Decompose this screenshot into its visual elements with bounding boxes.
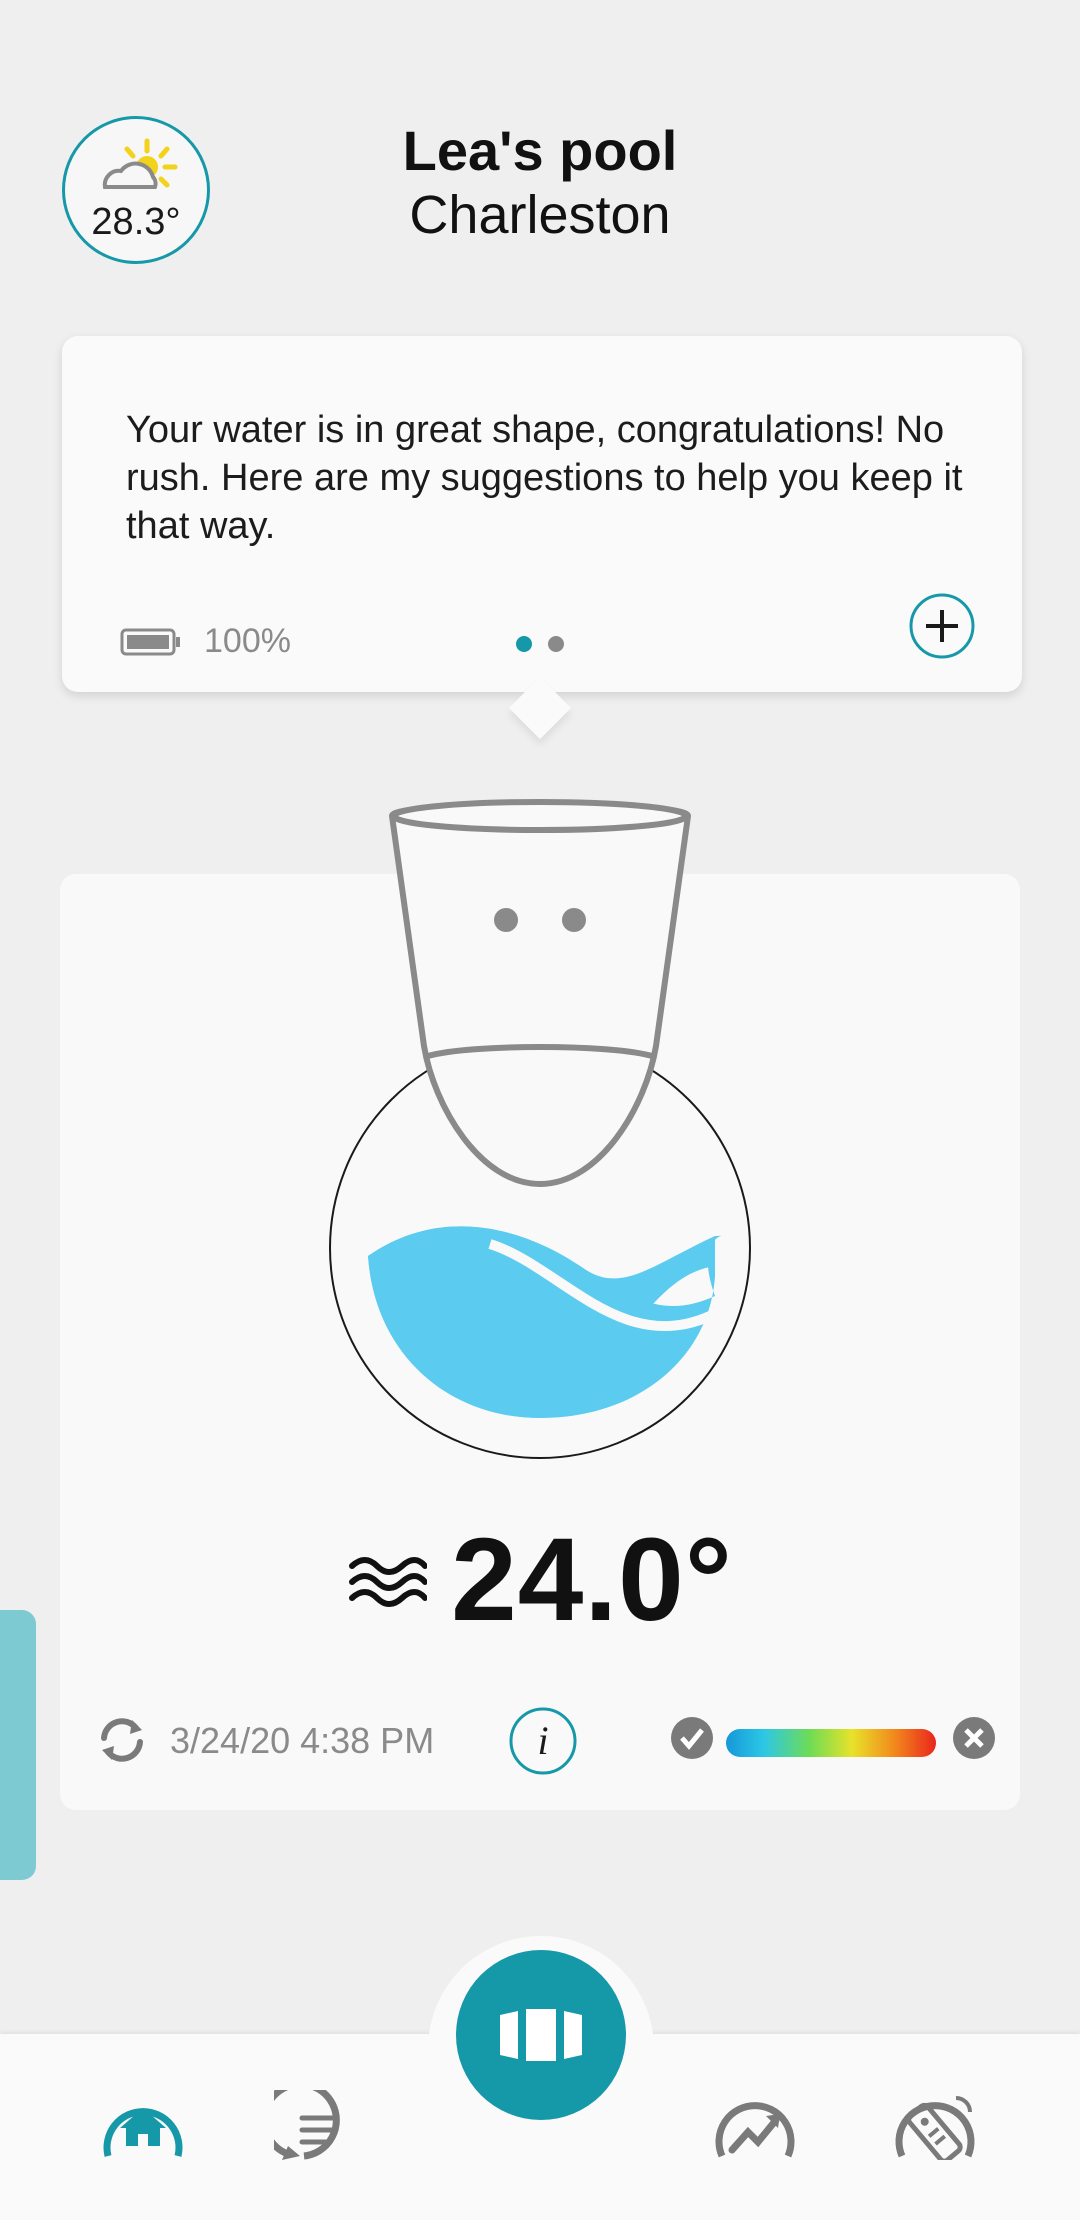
plus-icon[interactable]	[908, 592, 976, 660]
stats-icon[interactable]	[710, 2090, 800, 2160]
battery-icon	[120, 628, 180, 655]
device-panel-icon	[500, 2009, 582, 2061]
water-temperature: 24.0°	[451, 1514, 733, 1646]
water-temp-reading: 24.0°	[0, 1514, 1080, 1646]
info-icon[interactable]: i	[508, 1706, 578, 1776]
sync-icon[interactable]	[96, 1714, 148, 1766]
battery-percent: 100%	[204, 622, 291, 660]
waves-icon	[349, 1557, 428, 1607]
pool-location: Charleston	[409, 185, 671, 245]
last-sync-time: 3/24/20 4:38 PM	[170, 1720, 435, 1761]
check-icon	[671, 1717, 713, 1759]
messages-icon[interactable]	[274, 2090, 364, 2160]
pool-header: Lea's pool Charleston	[0, 118, 1080, 246]
pager-dots[interactable]	[516, 636, 564, 652]
advice-card[interactable]: Your water is in great shape, congratula…	[62, 336, 1022, 692]
close-icon	[953, 1717, 995, 1759]
svg-text:i: i	[537, 1718, 548, 1763]
side-drawer-tab[interactable]	[0, 1610, 36, 1880]
pager-dot-1[interactable]	[516, 636, 532, 652]
advice-message: Your water is in great shape, congratula…	[126, 409, 963, 547]
remote-icon[interactable]	[890, 2090, 980, 2160]
pager-dot-2[interactable]	[548, 636, 564, 652]
battery-status: 100%	[120, 622, 291, 661]
pool-name: Lea's pool	[402, 119, 678, 182]
device-center-button[interactable]	[456, 1950, 626, 2120]
home-icon[interactable]	[98, 2090, 188, 2160]
quality-gradient-bar	[726, 1729, 936, 1757]
device-icon[interactable]	[320, 796, 760, 1476]
device-status-row: 3/24/20 4:38 PM i	[96, 1706, 996, 1776]
